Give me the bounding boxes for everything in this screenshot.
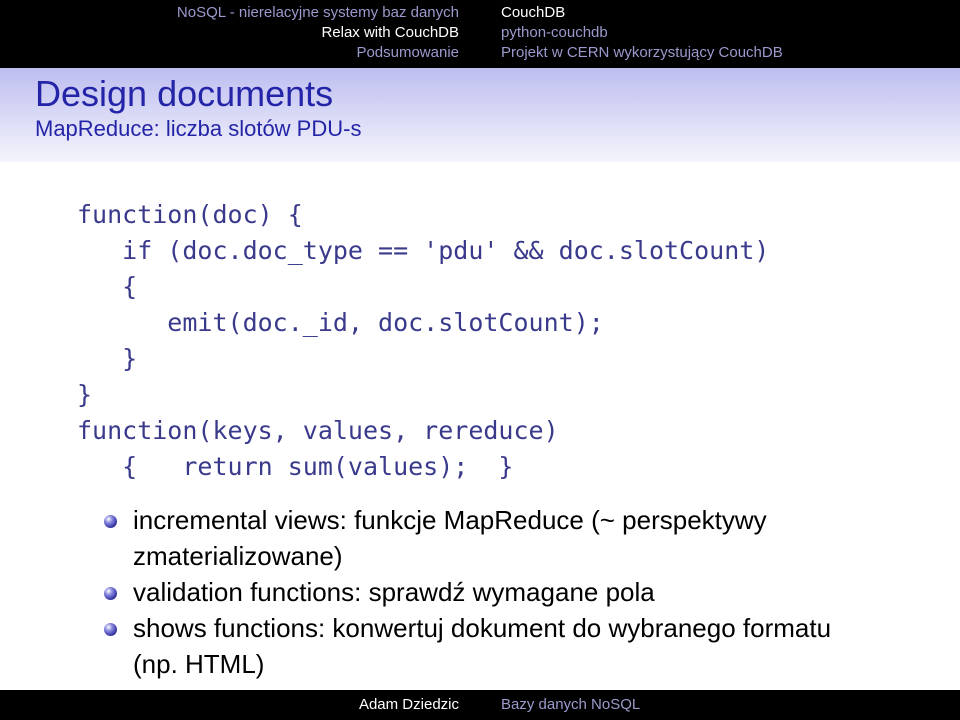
- code-line: function(doc) {: [77, 200, 303, 229]
- bullet-ball-icon: [104, 515, 117, 528]
- bullet-ball-icon: [104, 623, 117, 636]
- bullet-item: shows functions: konwertuj dokument do w…: [100, 610, 840, 682]
- bullet-item: incremental views: funkcje MapReduce (~ …: [100, 502, 840, 574]
- code-line: }: [77, 344, 138, 373]
- bullet-list: incremental views: funkcje MapReduce (~ …: [100, 502, 840, 682]
- code-line: function(keys, values, rereduce): [77, 416, 559, 445]
- nav-section-nosql[interactable]: NoSQL - nierelacyjne systemy baz danych: [177, 3, 459, 23]
- frame-title-band: Design documents MapReduce: liczba slotó…: [0, 68, 960, 162]
- nav-subsection-couchdb[interactable]: CouchDB: [501, 3, 565, 23]
- code-block: function(doc) { if (doc.doc_type == 'pdu…: [77, 197, 769, 485]
- bullet-text: shows functions: konwertuj dokument do w…: [133, 613, 832, 679]
- page-subtitle: MapReduce: liczba slotów PDU-s: [35, 116, 362, 141]
- subsection-navigation: CouchDB python-couchdb Projekt w CERN wy…: [480, 0, 960, 68]
- footer-bar: Adam Dziedzic Bazy danych NoSQL: [0, 690, 960, 720]
- nav-section-podsumowanie[interactable]: Podsumowanie: [356, 43, 459, 63]
- nav-subsection-projekt-cern[interactable]: Projekt w CERN wykorzystujący CouchDB: [501, 43, 783, 63]
- section-navigation: NoSQL - nierelacyjne systemy baz danych …: [0, 0, 480, 68]
- bullet-text: validation functions: sprawdź wymagane p…: [133, 577, 655, 607]
- code-line: if (doc.doc_type == 'pdu' && doc.slotCou…: [77, 236, 770, 265]
- code-line: }: [77, 380, 93, 409]
- bullet-text: incremental views: funkcje MapReduce (~ …: [133, 505, 767, 571]
- bullet-item: validation functions: sprawdź wymagane p…: [100, 574, 840, 610]
- nav-section-relax-with-couchdb[interactable]: Relax with CouchDB: [321, 23, 459, 43]
- footer-author: Adam Dziedzic: [358, 696, 459, 713]
- footer-title: Bazy danych NoSQL: [501, 696, 641, 713]
- page-title: Design documents: [35, 73, 334, 114]
- navigation-header: NoSQL - nierelacyjne systemy baz danych …: [0, 0, 960, 68]
- code-line: { return sum(values); }: [77, 452, 514, 481]
- code-line: {: [77, 272, 138, 301]
- bullet-ball-icon: [104, 587, 117, 600]
- code-line: emit(doc._id, doc.slotCount);: [77, 308, 604, 337]
- nav-subsection-python-couchdb[interactable]: python-couchdb: [501, 23, 608, 43]
